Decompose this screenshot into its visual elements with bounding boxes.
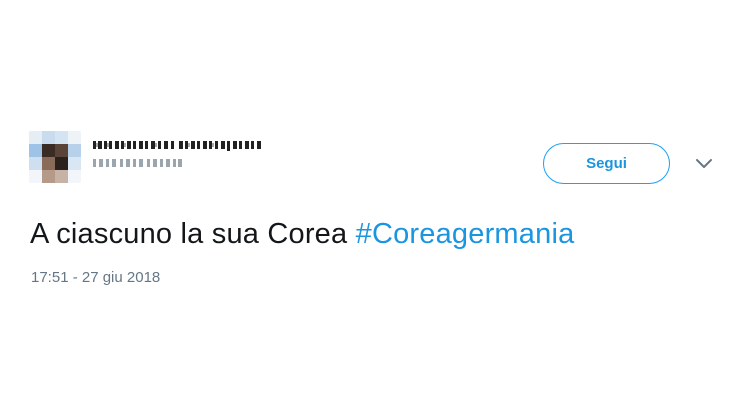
hashtag-link[interactable]: #Coreagermania <box>356 218 575 250</box>
tweet-timestamp[interactable]: 17:51 - 27 giu 2018 <box>31 268 160 288</box>
chevron-down-icon[interactable] <box>694 156 714 172</box>
avatar-pixelated-image <box>29 131 81 183</box>
tweet-text-body: A ciascuno la sua Corea <box>30 218 356 250</box>
follow-button[interactable]: Segui <box>543 143 670 184</box>
tweet-text: A ciascuno la sua Corea #Coreagermania <box>30 214 574 254</box>
display-name-redacted[interactable] <box>93 139 263 151</box>
follow-button-label: Segui <box>586 155 627 172</box>
author-block[interactable] <box>93 139 263 168</box>
handle-redacted[interactable] <box>93 158 263 168</box>
avatar[interactable] <box>29 131 81 183</box>
tweet-card: Segui A ciascuno la sua Corea #Coreagerm… <box>0 0 736 409</box>
